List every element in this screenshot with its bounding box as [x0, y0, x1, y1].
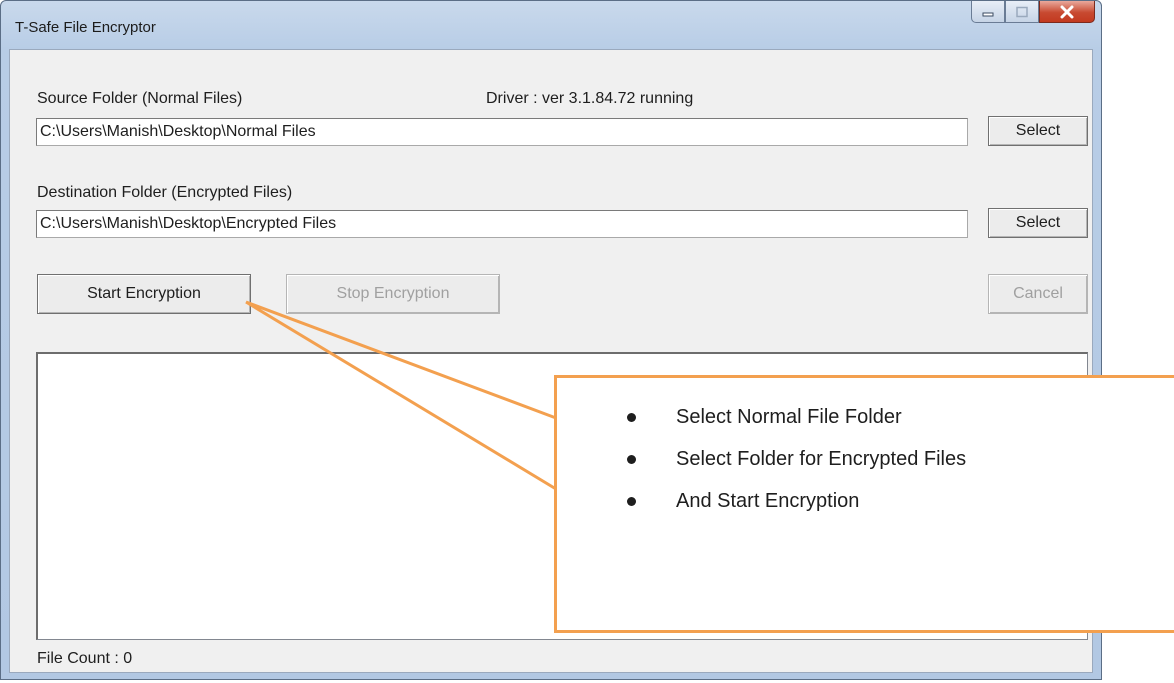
- callout-list: Select Normal File Folder Select Folder …: [627, 396, 966, 522]
- source-folder-label: Source Folder (Normal Files): [37, 90, 243, 107]
- bullet-icon: [627, 454, 636, 464]
- callout-item: And Start Encryption: [627, 480, 966, 522]
- destination-folder-label: Destination Folder (Encrypted Files): [37, 184, 293, 201]
- maximize-button[interactable]: [1005, 1, 1039, 23]
- source-select-button[interactable]: Select: [988, 116, 1088, 146]
- title-bar: T-Safe File Encryptor: [1, 1, 1101, 49]
- destination-folder-input[interactable]: C:\Users\Manish\Desktop\Encrypted Files: [36, 210, 968, 238]
- stop-encryption-button[interactable]: Stop Encryption: [286, 274, 500, 314]
- close-icon: [1060, 5, 1074, 18]
- cancel-button[interactable]: Cancel: [988, 274, 1088, 314]
- callout-item: Select Folder for Encrypted Files: [627, 438, 966, 480]
- bullet-icon: [627, 412, 636, 422]
- close-button[interactable]: [1039, 1, 1095, 23]
- window-title: T-Safe File Encryptor: [15, 19, 156, 36]
- minimize-button[interactable]: [971, 1, 1005, 23]
- maximize-icon: [1016, 6, 1028, 17]
- source-folder-input[interactable]: C:\Users\Manish\Desktop\Normal Files: [36, 118, 968, 146]
- driver-status: Driver : ver 3.1.84.72 running: [486, 90, 694, 107]
- start-encryption-button[interactable]: Start Encryption: [37, 274, 251, 314]
- file-count-label: File Count : 0: [37, 650, 133, 667]
- callout-item: Select Normal File Folder: [627, 396, 966, 438]
- callout-item-text: Select Normal File Folder: [676, 405, 902, 428]
- callout-item-text: Select Folder for Encrypted Files: [676, 447, 967, 470]
- caption-buttons: [971, 1, 1095, 25]
- minimize-icon: [982, 12, 994, 16]
- instruction-callout: Select Normal File Folder Select Folder …: [554, 375, 1174, 633]
- destination-select-button[interactable]: Select: [988, 208, 1088, 238]
- bullet-icon: [627, 496, 636, 506]
- callout-item-text: And Start Encryption: [676, 489, 860, 512]
